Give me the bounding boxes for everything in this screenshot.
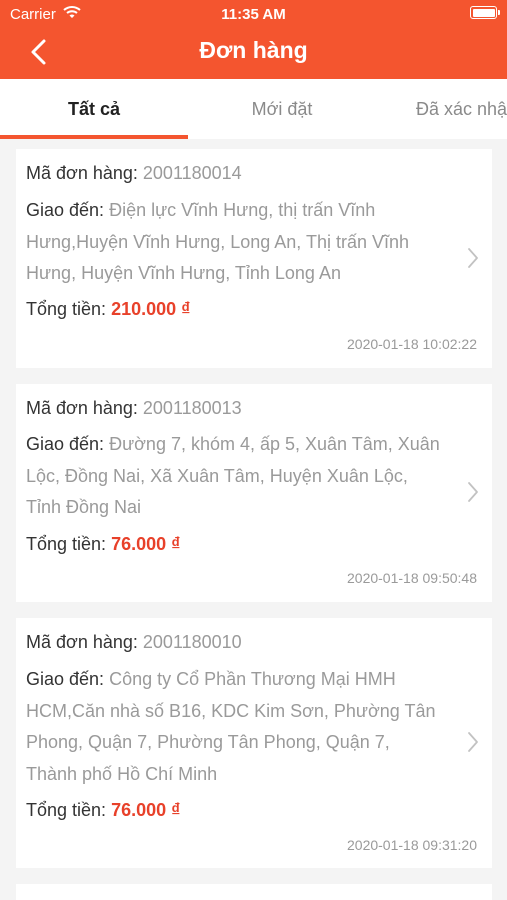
order-id-row: Mã đơn hàng: 2001180014 (26, 158, 456, 190)
order-id-label: Mã đơn hàng: (26, 398, 138, 418)
order-card[interactable] (16, 884, 492, 900)
tab-all[interactable]: Tất cả (0, 79, 188, 139)
address-line: Hưng, Huyện Vĩnh Hưng, Tỉnh Long An (26, 263, 341, 283)
ship-to-label: Giao đến: (26, 200, 105, 220)
order-card[interactable]: Mã đơn hàng: 2001180010 Giao đến: Công t… (16, 618, 492, 868)
total-label: Tổng tiền: (26, 800, 107, 820)
tab-confirmed[interactable]: Đã xác nhận (416, 79, 507, 139)
address-line: Phong, Quận 7, Phường Tân Phong, Quận 7, (26, 732, 390, 752)
tab-new[interactable]: Mới đặt (188, 79, 376, 139)
order-id-value: 2001180010 (142, 632, 242, 652)
total-row: Tổng tiền: 76.000 ₫ (26, 795, 456, 827)
total-row: Tổng tiền: 76.000 ₫ (26, 529, 456, 561)
total-amount: 210.000 ₫ (111, 299, 191, 319)
order-datetime: 2020-01-18 09:31:20 (347, 837, 477, 853)
total-amount: 76.000 ₫ (111, 534, 181, 554)
ship-to-label: Giao đến: (26, 669, 105, 689)
chevron-right-icon (468, 248, 478, 268)
order-card[interactable]: Mã đơn hàng: 2001180014 Giao đến: Điện l… (16, 149, 492, 368)
total-amount: 76.000 ₫ (111, 800, 181, 820)
order-id-row: Mã đơn hàng: 2001180010 (26, 627, 456, 659)
address-line: Điện lực Vĩnh Hưng, thị trấn Vĩnh (109, 200, 376, 220)
address-line: Đường 7, khóm 4, ấp 5, Xuân Tâm, Xuân (109, 434, 440, 454)
ship-to-label: Giao đến: (26, 434, 105, 454)
status-bar: Carrier 11:35 AM (0, 0, 507, 28)
battery-icon (470, 6, 500, 19)
order-id-label: Mã đơn hàng: (26, 632, 138, 652)
status-time: 11:35 AM (221, 6, 286, 23)
address-row: Giao đến: Công ty Cổ Phần Thương Mại HMH (26, 664, 456, 696)
tab-bar: Tất cả Mới đặt Đã xác nhận (0, 79, 507, 139)
order-datetime: 2020-01-18 10:02:22 (347, 336, 477, 352)
total-label: Tổng tiền: (26, 299, 107, 319)
chevron-right-icon (468, 732, 478, 752)
address-row: Giao đến: Đường 7, khóm 4, ấp 5, Xuân Tâ… (26, 429, 456, 461)
active-tab-indicator (0, 135, 188, 139)
address-line: HCM,Căn nhà số B16, KDC Kim Sơn, Phường … (26, 700, 436, 721)
address-line: Thành phố Hồ Chí Minh (26, 763, 218, 784)
order-id-value: 2001180013 (142, 398, 242, 418)
total-row: Tổng tiền: 210.000 ₫ (26, 294, 456, 326)
page-title: Đơn hàng (199, 37, 308, 63)
order-id-row: Mã đơn hàng: 2001180013 (26, 393, 456, 425)
chevron-right-icon (468, 482, 478, 502)
order-card[interactable]: Mã đơn hàng: 2001180013 Giao đến: Đường … (16, 384, 492, 602)
address-line: Tỉnh Đồng Nai (26, 497, 142, 517)
total-label: Tổng tiền: (26, 534, 107, 554)
address-line: Lộc, Đồng Nai, Xã Xuân Tâm, Huyện Xuân L… (26, 465, 408, 486)
order-id-value: 2001180014 (142, 163, 242, 183)
address-line: Hưng,Huyện Vĩnh Hưng, Long An, Thị trấn … (26, 231, 410, 252)
order-datetime: 2020-01-18 09:50:48 (347, 570, 477, 586)
address-row: Giao đến: Điện lực Vĩnh Hưng, thị trấn V… (26, 195, 456, 227)
nav-header: Carrier 11:35 AM Đơn hàng (0, 0, 507, 79)
address-line: Công ty Cổ Phần Thương Mại HMH (109, 669, 396, 689)
order-id-label: Mã đơn hàng: (26, 163, 138, 183)
